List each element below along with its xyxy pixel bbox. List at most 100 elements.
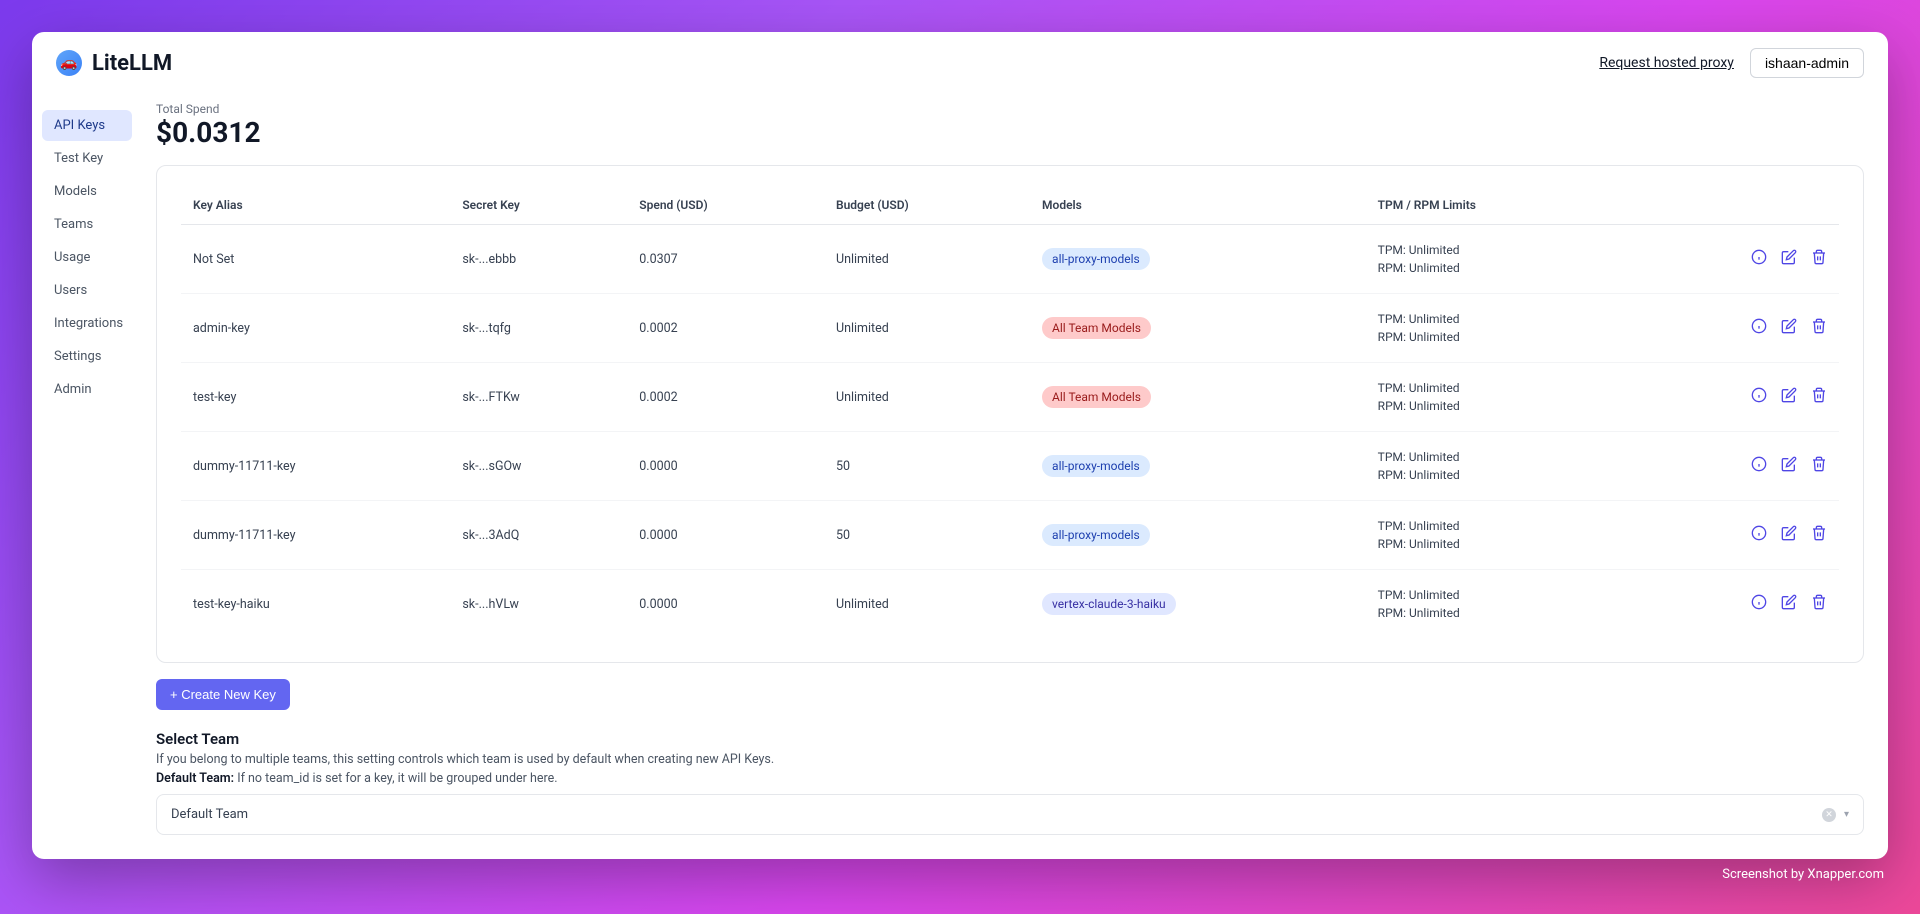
model-badge: All Team Models: [1042, 386, 1151, 408]
api-keys-table: Key Alias Secret Key Spend (USD) Budget …: [181, 190, 1839, 638]
info-icon[interactable]: [1751, 249, 1767, 269]
sidebar-item-settings[interactable]: Settings: [42, 341, 132, 372]
delete-icon[interactable]: [1811, 594, 1827, 614]
team-select-dropdown[interactable]: Default Team ✕ ▾: [156, 794, 1864, 835]
cell-spend: 0.0000: [627, 501, 824, 570]
cell-models: vertex-claude-3-haiku: [1030, 570, 1366, 639]
cell-secret: sk-...sGOw: [450, 432, 627, 501]
cell-limits: TPM: UnlimitedRPM: Unlimited: [1366, 294, 1626, 363]
col-limits: TPM / RPM Limits: [1366, 190, 1626, 225]
cell-spend: 0.0307: [627, 225, 824, 294]
chevron-down-icon[interactable]: ▾: [1844, 809, 1849, 820]
delete-icon[interactable]: [1811, 318, 1827, 338]
col-models: Models: [1030, 190, 1366, 225]
cell-limits: TPM: UnlimitedRPM: Unlimited: [1366, 225, 1626, 294]
edit-icon[interactable]: [1781, 249, 1797, 269]
header-right: Request hosted proxy ishaan-admin: [1599, 48, 1864, 78]
info-icon[interactable]: [1751, 456, 1767, 476]
select-team-description: If you belong to multiple teams, this se…: [156, 752, 1864, 767]
info-icon[interactable]: [1751, 594, 1767, 614]
table-header-row: Key Alias Secret Key Spend (USD) Budget …: [181, 190, 1839, 225]
brand-icon: 🚗: [56, 50, 82, 76]
sidebar-item-api-keys[interactable]: API Keys: [42, 110, 132, 141]
cell-budget: Unlimited: [824, 570, 1030, 639]
cell-alias: Not Set: [181, 225, 450, 294]
cell-spend: 0.0000: [627, 570, 824, 639]
api-keys-table-card: Key Alias Secret Key Spend (USD) Budget …: [156, 165, 1864, 663]
table-row: dummy-11711-keysk-...sGOw0.000050 all-pro…: [181, 432, 1839, 501]
sidebar-item-usage[interactable]: Usage: [42, 242, 132, 273]
table-row: Not Setsk-...ebbb0.0307Unlimitedall-prox…: [181, 225, 1839, 294]
request-hosted-proxy-link[interactable]: Request hosted proxy: [1599, 55, 1734, 71]
cell-budget: 50: [824, 432, 1030, 501]
edit-icon[interactable]: [1781, 456, 1797, 476]
model-badge: all-proxy-models: [1042, 248, 1150, 270]
clear-selection-icon[interactable]: ✕: [1822, 808, 1836, 822]
sidebar-item-users[interactable]: Users: [42, 275, 132, 306]
cell-budget: Unlimited: [824, 363, 1030, 432]
main-content: Total Spend $0.0312 Key Alias Secret Key…: [132, 94, 1888, 859]
cell-models: All Team Models: [1030, 294, 1366, 363]
col-budget: Budget (USD): [824, 190, 1030, 225]
cell-actions: [1626, 570, 1839, 639]
sidebar-item-integrations[interactable]: Integrations: [42, 308, 132, 339]
default-team-label: Default Team:: [156, 771, 234, 786]
screenshot-watermark: Screenshot by Xnapper.com: [32, 867, 1888, 882]
sidebar-item-admin[interactable]: Admin: [42, 374, 132, 405]
user-menu-button[interactable]: ishaan-admin: [1750, 48, 1864, 78]
cell-actions: [1626, 432, 1839, 501]
cell-secret: sk-...ebbb: [450, 225, 627, 294]
cell-alias: admin-key: [181, 294, 450, 363]
model-badge: all-proxy-models: [1042, 455, 1150, 477]
cell-actions: [1626, 363, 1839, 432]
edit-icon[interactable]: [1781, 594, 1797, 614]
cell-limits: TPM: UnlimitedRPM: Unlimited: [1366, 363, 1626, 432]
app-window: 🚗 LiteLLM Request hosted proxy ishaan-ad…: [32, 32, 1888, 859]
model-badge: vertex-claude-3-haiku: [1042, 593, 1176, 615]
cell-budget: Unlimited: [824, 294, 1030, 363]
edit-icon[interactable]: [1781, 318, 1797, 338]
edit-icon[interactable]: [1781, 525, 1797, 545]
cell-models: all-proxy-models: [1030, 225, 1366, 294]
delete-icon[interactable]: [1811, 456, 1827, 476]
col-actions: [1626, 190, 1839, 225]
sidebar-item-test-key[interactable]: Test Key: [42, 143, 132, 174]
sidebar: API KeysTest KeyModelsTeamsUsageUsersInt…: [32, 94, 132, 859]
cell-spend: 0.0002: [627, 294, 824, 363]
delete-icon[interactable]: [1811, 525, 1827, 545]
cell-budget: 50: [824, 501, 1030, 570]
select-team-title: Select Team: [156, 730, 1864, 748]
header: 🚗 LiteLLM Request hosted proxy ishaan-ad…: [32, 32, 1888, 94]
cell-secret: sk-...tqfg: [450, 294, 627, 363]
edit-icon[interactable]: [1781, 387, 1797, 407]
default-team-line: Default Team: If no team_id is set for a…: [156, 771, 1864, 786]
cell-spend: 0.0000: [627, 432, 824, 501]
delete-icon[interactable]: [1811, 387, 1827, 407]
col-spend: Spend (USD): [627, 190, 824, 225]
cell-alias: test-key-haiku: [181, 570, 450, 639]
cell-secret: sk-...3AdQ: [450, 501, 627, 570]
delete-icon[interactable]: [1811, 249, 1827, 269]
info-icon[interactable]: [1751, 387, 1767, 407]
cell-actions: [1626, 225, 1839, 294]
cell-limits: TPM: UnlimitedRPM: Unlimited: [1366, 570, 1626, 639]
cell-alias: dummy-11711-key: [181, 432, 450, 501]
sidebar-item-teams[interactable]: Teams: [42, 209, 132, 240]
cell-actions: [1626, 501, 1839, 570]
info-icon[interactable]: [1751, 525, 1767, 545]
default-team-desc: If no team_id is set for a key, it will …: [237, 771, 557, 786]
table-row: test-key-haikusk-...hVLw0.0000Unlimitedv…: [181, 570, 1839, 639]
model-badge: All Team Models: [1042, 317, 1151, 339]
table-row: admin-keysk-...tqfg0.0002Unlimited All Te…: [181, 294, 1839, 363]
create-new-key-button[interactable]: + Create New Key: [156, 679, 290, 710]
cell-secret: sk-...FTKw: [450, 363, 627, 432]
logo: 🚗 LiteLLM: [56, 50, 172, 76]
sidebar-item-models[interactable]: Models: [42, 176, 132, 207]
team-selected-value: Default Team: [171, 807, 248, 822]
brand-name: LiteLLM: [92, 51, 172, 76]
cell-models: all-proxy-models: [1030, 501, 1366, 570]
info-icon[interactable]: [1751, 318, 1767, 338]
table-row: dummy-11711-keysk-...3AdQ0.000050all-pro…: [181, 501, 1839, 570]
cell-actions: [1626, 294, 1839, 363]
cell-models: All Team Models: [1030, 363, 1366, 432]
